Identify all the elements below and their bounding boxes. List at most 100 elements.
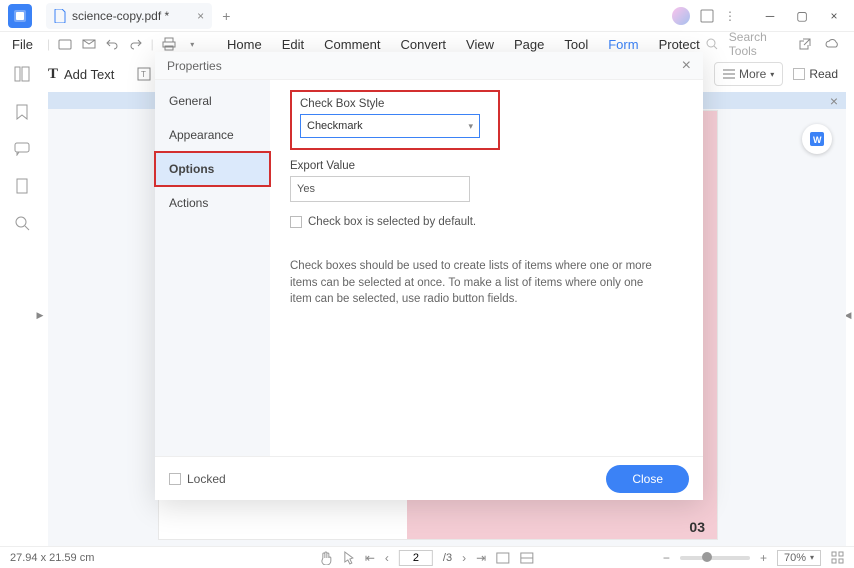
thumbnails-icon[interactable] — [14, 66, 30, 82]
checkbox-icon — [793, 68, 805, 80]
menu-view[interactable]: View — [466, 37, 494, 52]
locked-checkbox[interactable]: Locked — [169, 472, 226, 486]
menu-comment[interactable]: Comment — [324, 37, 380, 52]
next-page-icon[interactable]: › — [462, 551, 466, 565]
print-icon[interactable] — [160, 34, 178, 54]
status-bar: 27.94 x 21.59 cm ⇤ ‹ /3 › ⇥ − + 70% ▾ — [0, 546, 854, 568]
share-icon[interactable] — [700, 9, 714, 23]
first-page-icon[interactable]: ⇤ — [365, 551, 375, 565]
search-panel-icon[interactable] — [15, 216, 30, 231]
slider-knob[interactable] — [702, 552, 712, 562]
titlebar: science-copy.pdf * × + ⋮ ─ ▢ × — [0, 0, 854, 32]
open-icon[interactable] — [56, 34, 74, 54]
style-label: Check Box Style — [300, 98, 490, 110]
properties-dialog: Properties × General Appearance Options … — [155, 52, 703, 500]
document-tab[interactable]: science-copy.pdf * × — [46, 3, 212, 29]
text-icon: T — [48, 66, 58, 83]
add-text-button[interactable]: T Add Text — [48, 66, 114, 83]
word-export-badge[interactable]: W — [802, 124, 832, 154]
fit-width-icon[interactable] — [496, 552, 510, 564]
file-menu[interactable]: File — [4, 35, 41, 54]
minimize-button[interactable]: ─ — [758, 4, 782, 28]
dialog-footer: Locked Close — [155, 456, 703, 500]
locked-label: Locked — [187, 472, 226, 486]
tab-close-icon[interactable]: × — [197, 9, 204, 23]
dialog-sidebar: General Appearance Options Actions — [155, 80, 270, 456]
fit-page-icon[interactable] — [520, 552, 534, 564]
export-value-input[interactable]: Yes — [290, 176, 470, 202]
app-logo[interactable] — [8, 4, 32, 28]
checkbox-icon — [169, 473, 181, 485]
print-dd-icon[interactable]: ▾ — [183, 34, 201, 54]
redo-icon[interactable] — [127, 34, 145, 54]
app-logo-icon — [13, 9, 27, 23]
add-text-label: Add Text — [64, 67, 114, 82]
tab-options[interactable]: Options — [155, 152, 270, 186]
menu-form[interactable]: Form — [608, 37, 638, 52]
tab-actions[interactable]: Actions — [155, 186, 270, 220]
more-label: More — [739, 67, 766, 81]
chevron-down-icon: ▾ — [770, 70, 774, 79]
zoom-value: 70% — [784, 552, 806, 564]
zoom-level-dropdown[interactable]: 70% ▾ — [777, 550, 821, 566]
menu-page[interactable]: Page — [514, 37, 544, 52]
menu-convert[interactable]: Convert — [401, 37, 447, 52]
menu-home[interactable]: Home — [227, 37, 262, 52]
dialog-header: Properties × — [155, 52, 703, 80]
tab-general[interactable]: General — [155, 84, 270, 118]
more-button[interactable]: More ▾ — [714, 62, 783, 86]
tab-appearance[interactable]: Appearance — [155, 118, 270, 152]
hand-tool-icon[interactable] — [320, 551, 333, 565]
left-rail-expand[interactable]: ▶ — [34, 300, 46, 330]
maximize-button[interactable]: ▢ — [790, 4, 814, 28]
info-bar-close-icon[interactable]: × — [830, 93, 838, 109]
read-checkbox[interactable]: Read — [793, 67, 838, 81]
menu-protect[interactable]: Protect — [659, 37, 700, 52]
default-checked-label: Check box is selected by default. — [308, 216, 476, 228]
chevron-down-icon: ▾ — [810, 553, 814, 562]
last-page-icon[interactable]: ⇥ — [476, 551, 486, 565]
checkbox-style-dropdown[interactable]: Checkmark ▾ — [300, 114, 480, 138]
close-window-button[interactable]: × — [822, 4, 846, 28]
menu-edit[interactable]: Edit — [282, 37, 304, 52]
style-value: Checkmark — [307, 120, 363, 132]
pdf-icon — [54, 9, 66, 23]
close-button[interactable]: Close — [606, 465, 689, 493]
page-number-input[interactable] — [399, 550, 433, 566]
hamburger-icon — [723, 69, 735, 79]
page-number-display: 03 — [689, 519, 705, 535]
cloud-icon[interactable] — [823, 34, 840, 54]
dialog-close-icon[interactable]: × — [682, 57, 691, 75]
dialog-title: Properties — [167, 59, 222, 73]
external-link-icon[interactable] — [797, 34, 814, 54]
avatar-icon[interactable] — [672, 7, 690, 25]
zoom-slider[interactable] — [680, 556, 750, 560]
export-value-label: Export Value — [290, 160, 683, 172]
search-tools-input[interactable]: Search Tools — [729, 30, 787, 58]
menu-tool[interactable]: Tool — [564, 37, 588, 52]
fullscreen-icon[interactable] — [831, 551, 844, 564]
default-checked-row[interactable]: Check box is selected by default. — [290, 216, 683, 228]
bookmark-icon[interactable] — [15, 104, 29, 120]
help-text: Check boxes should be used to create lis… — [290, 258, 660, 308]
comment-icon[interactable] — [14, 142, 30, 156]
select-tool-icon[interactable] — [343, 551, 355, 565]
zoom-out-icon[interactable]: − — [663, 551, 670, 565]
mail-icon[interactable] — [80, 34, 98, 54]
page-total: /3 — [443, 552, 452, 564]
attachment-icon[interactable] — [15, 178, 29, 194]
checkbox-icon — [290, 216, 302, 228]
prev-page-icon[interactable]: ‹ — [385, 551, 389, 565]
zoom-in-icon[interactable]: + — [760, 551, 767, 565]
svg-text:W: W — [813, 135, 822, 145]
tab-title: science-copy.pdf * — [72, 9, 169, 23]
search-icon[interactable] — [706, 38, 719, 51]
tab-add-icon[interactable]: + — [222, 8, 230, 24]
kebab-menu-icon[interactable]: ⋮ — [724, 9, 736, 23]
form-tool-icon[interactable]: T — [134, 64, 154, 84]
svg-text:T: T — [141, 70, 146, 79]
undo-icon[interactable] — [103, 34, 121, 54]
checkbox-style-group: Check Box Style Checkmark ▾ — [290, 90, 500, 150]
dialog-content: Check Box Style Checkmark ▾ Export Value… — [270, 80, 703, 456]
export-value-text: Yes — [297, 183, 315, 195]
